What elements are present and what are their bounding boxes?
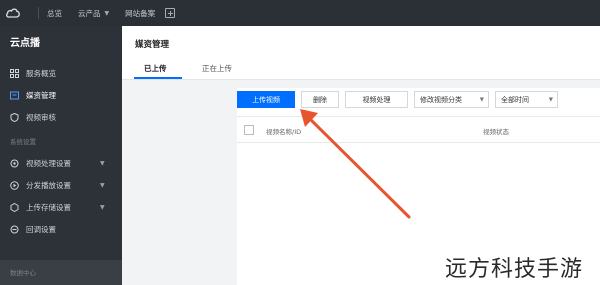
storage-icon	[10, 202, 19, 212]
page-header: 媒资管理 已上传 正在上传	[122, 26, 600, 80]
cloud-logo-icon[interactable]	[0, 0, 26, 26]
play-circle-icon	[10, 180, 19, 190]
sidebar-item-label: 视频审核	[26, 112, 56, 122]
time-filter-label: 全部时间	[501, 95, 529, 104]
active-tab-indicator	[134, 77, 182, 79]
toolbar: 上传视频 删除 视频处理 修改视频分类 ▼ 全部时间 ▼	[237, 91, 564, 111]
sidebar-item-review[interactable]: 视频审核	[0, 106, 122, 128]
chevron-down-icon: ▼	[100, 181, 105, 189]
callback-icon	[10, 225, 19, 233]
sidebar-item-label: 服务概览	[26, 68, 56, 78]
sidebar-item-label: 上传存储设置	[26, 202, 71, 212]
nav-icp-filing[interactable]: 网站备案	[125, 8, 155, 19]
sidebar-item-label: 媒资管理	[26, 90, 56, 100]
time-filter-select[interactable]: 全部时间 ▼	[495, 91, 558, 108]
chevron-down-icon: ▼	[100, 203, 105, 211]
add-shortcut-icon[interactable]	[165, 8, 176, 18]
sidebar-item-overview[interactable]: 服务概览	[0, 62, 122, 84]
sidebar-data-center-label: 数据中心	[10, 269, 36, 277]
sidebar-item-media[interactable]: 媒资管理	[0, 84, 122, 106]
nav-overview[interactable]: 总览	[47, 8, 62, 19]
change-category-label: 修改视频分类	[420, 95, 462, 104]
top-bar: 总览 云产品 ▼ 网站备案	[0, 0, 600, 26]
sidebar: 云点播 服务概览 媒资管理 视频审核 系统设置 视频处理设置 ▼ 分发播放设置 …	[0, 26, 122, 285]
sidebar-item-upload-storage[interactable]: 上传存储设置 ▼	[0, 196, 122, 218]
grid-icon	[10, 68, 19, 78]
column-header-name: 视频名称/ID	[266, 128, 302, 136]
nav-cloud-products-label: 云产品	[78, 8, 101, 18]
watermark-text: 远方科技手游	[445, 257, 584, 282]
video-process-button[interactable]: 视频处理	[345, 91, 408, 108]
gear-icon	[10, 159, 19, 167]
topbar-divider	[38, 7, 39, 19]
delete-button[interactable]: 删除	[301, 91, 339, 108]
sidebar-item-label: 分发播放设置	[26, 180, 71, 190]
sidebar-title: 云点播	[10, 38, 40, 49]
sidebar-item-video-processing[interactable]: 视频处理设置 ▼	[0, 152, 122, 174]
media-icon	[10, 91, 19, 99]
sidebar-item-callback[interactable]: 回调设置	[0, 218, 122, 240]
sidebar-item-label: 视频处理设置	[26, 158, 71, 168]
chevron-down-icon: ▼	[548, 96, 553, 103]
sidebar-item-distribution[interactable]: 分发播放设置 ▼	[0, 174, 122, 196]
nav-cloud-products[interactable]: 云产品 ▼	[78, 8, 109, 19]
chevron-down-icon: ▼	[104, 9, 110, 17]
tab-uploading[interactable]: 正在上传	[202, 63, 232, 74]
sidebar-bottom-section: 数据中心	[0, 260, 122, 285]
tab-uploaded[interactable]: 已上传	[144, 63, 167, 74]
chevron-down-icon: ▼	[100, 159, 105, 167]
change-category-select[interactable]: 修改视频分类 ▼	[414, 91, 489, 108]
sidebar-group-label: 系统设置	[10, 138, 36, 146]
column-header-status: 视频状态	[483, 128, 509, 136]
nav-overview-label: 总览	[47, 8, 62, 18]
sidebar-item-label: 回调设置	[26, 224, 56, 234]
chevron-down-icon: ▼	[479, 96, 484, 103]
table-header: 视频名称/ID 视频状态	[237, 116, 600, 143]
nav-icp-filing-label: 网站备案	[125, 8, 156, 18]
shield-icon	[10, 112, 19, 122]
upload-video-button[interactable]: 上传视频	[237, 91, 295, 108]
select-all-checkbox[interactable]	[244, 125, 254, 135]
page-title: 媒资管理	[135, 40, 170, 50]
